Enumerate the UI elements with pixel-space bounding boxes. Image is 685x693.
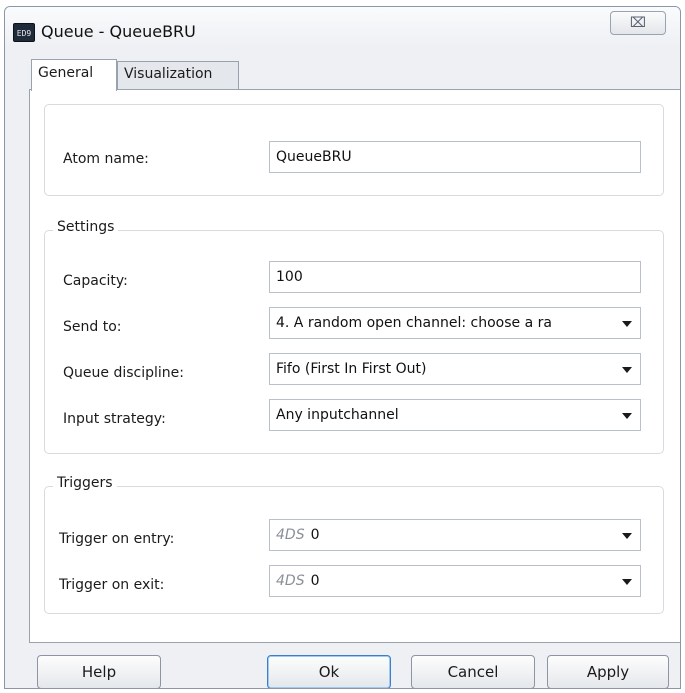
trigger-entry-label: Trigger on entry: (59, 531, 175, 547)
trigger-entry-value: 0 (310, 527, 320, 543)
queue-discipline-value: Fifo (First In First Out) (276, 361, 427, 377)
apply-button[interactable]: Apply (547, 655, 669, 688)
trigger-exit-content: 4DS 0 (276, 566, 640, 596)
window-title: Queue - QueueBRU (41, 22, 196, 41)
trigger-entry-select[interactable]: 4DS 0 (269, 519, 641, 551)
chevron-down-icon (622, 579, 632, 585)
help-button[interactable]: Help (37, 655, 161, 688)
title-bar: ED9 Queue - QueueBRU ⌧ (5, 7, 680, 47)
trigger-exit-lang: 4DS (276, 573, 305, 589)
chevron-down-icon (622, 413, 632, 419)
capacity-label: Capacity: (63, 273, 128, 289)
trigger-entry-lang: 4DS (276, 527, 305, 543)
dialog-footer: Help Ok Cancel Apply (5, 643, 680, 688)
general-panel: Atom name: QueueBRU Settings Capacity: 1… (29, 89, 680, 643)
queue-discipline-label: Queue discipline: (63, 365, 184, 381)
send-to-label: Send to: (63, 319, 122, 335)
atom-name-input[interactable]: QueueBRU (269, 141, 641, 173)
chevron-down-icon (622, 367, 632, 373)
send-to-value: 4. A random open channel: choose a ra (276, 315, 552, 331)
trigger-entry-content: 4DS 0 (276, 520, 640, 550)
chevron-down-icon (622, 321, 632, 327)
close-button[interactable]: ⌧ (610, 11, 666, 35)
input-strategy-label: Input strategy: (63, 411, 166, 427)
tab-visualization[interactable]: Visualization (117, 61, 239, 89)
capacity-input[interactable]: 100 (269, 261, 641, 293)
triggers-legend: Triggers (53, 475, 117, 491)
cancel-button[interactable]: Cancel (411, 655, 535, 688)
settings-group: Settings Capacity: 100 Send to: 4. A ran… (44, 219, 664, 454)
trigger-exit-select[interactable]: 4DS 0 (269, 565, 641, 597)
atom-name-label: Atom name: (63, 151, 149, 167)
trigger-exit-value: 0 (310, 573, 320, 589)
trigger-exit-label: Trigger on exit: (59, 577, 165, 593)
input-strategy-value: Any inputchannel (276, 407, 399, 423)
ok-button[interactable]: Ok (267, 655, 391, 688)
queue-discipline-select[interactable]: Fifo (First In First Out) (269, 353, 641, 385)
atom-name-group: Atom name: QueueBRU (44, 104, 664, 196)
triggers-group: Triggers Trigger on entry: 4DS 0 Trigger … (44, 475, 664, 614)
input-strategy-select[interactable]: Any inputchannel (269, 399, 641, 431)
close-icon: ⌧ (629, 15, 647, 31)
send-to-select[interactable]: 4. A random open channel: choose a ra (269, 307, 641, 339)
chevron-down-icon (622, 533, 632, 539)
tab-general[interactable]: General (31, 59, 117, 91)
settings-legend: Settings (53, 219, 119, 235)
queue-dialog: ED9 Queue - QueueBRU ⌧ General Visualiza… (4, 6, 681, 689)
app-icon: ED9 (13, 23, 35, 42)
